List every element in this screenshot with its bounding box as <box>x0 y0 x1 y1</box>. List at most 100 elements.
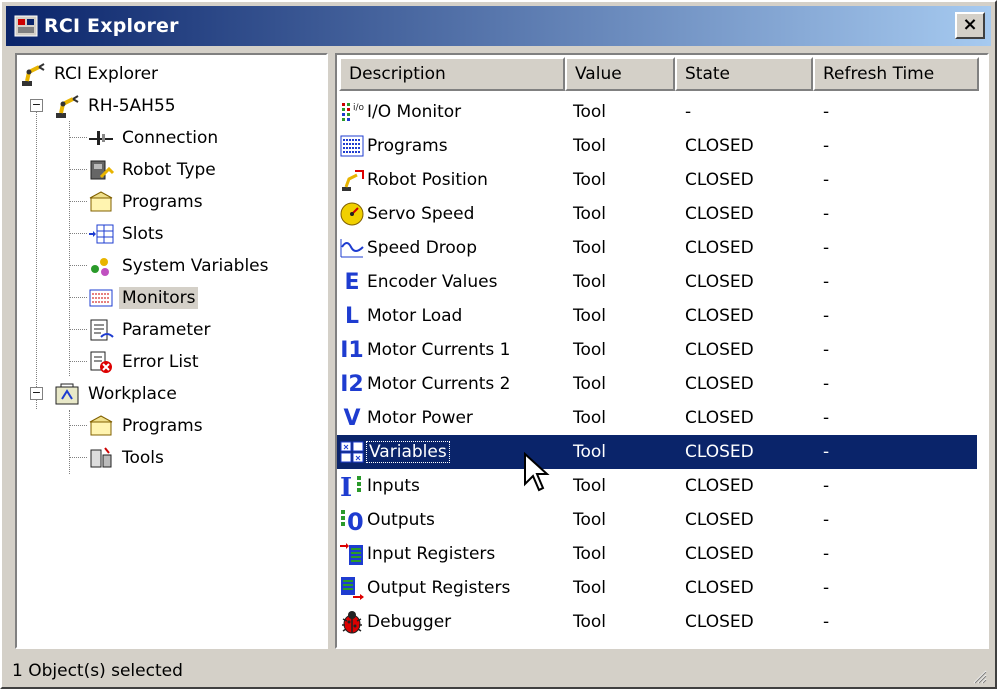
cell-refresh: - <box>823 408 830 428</box>
list-row[interactable]: Output Registers Tool CLOSED - <box>337 571 977 605</box>
description-text: Motor Load <box>367 306 463 326</box>
cell-refresh: - <box>823 340 830 360</box>
cell-value: Tool <box>573 544 607 564</box>
input-registers-icon <box>337 540 367 568</box>
description-text: Speed Droop <box>367 238 477 258</box>
tree-line <box>69 233 87 234</box>
list-row[interactable]: Programs Tool CLOSED - <box>337 129 977 163</box>
tree-item-parameter[interactable]: Parameter <box>87 315 213 345</box>
tree-label: Parameter <box>122 320 211 340</box>
status-bar: 1 Object(s) selected <box>6 654 991 687</box>
tree-item-connection[interactable]: Connection <box>87 123 221 153</box>
tree-label: Robot Type <box>122 160 216 180</box>
cell-refresh: - <box>823 204 830 224</box>
tree-label: Programs <box>122 192 203 212</box>
close-button[interactable]: × <box>955 12 985 39</box>
slots-icon <box>89 224 114 244</box>
description-text: Servo Speed <box>367 204 475 224</box>
tree-label: RCI Explorer <box>54 64 159 84</box>
list-row[interactable]: I1 Motor Currents 1 Tool CLOSED - <box>337 333 977 367</box>
cell-state: CLOSED <box>685 170 754 190</box>
list-row[interactable]: Robot Position Tool CLOSED - <box>337 163 977 197</box>
cell-state: - <box>685 102 692 122</box>
tree-item-slots[interactable]: Slots <box>87 219 166 249</box>
io-monitor-icon: i/o <box>337 98 367 126</box>
list-row[interactable]: Servo Speed Tool CLOSED - <box>337 197 977 231</box>
description-text: Output Registers <box>367 578 511 598</box>
description-text: Inputs <box>367 476 420 496</box>
tree-label: Error List <box>122 352 199 372</box>
column-header-description[interactable]: Description <box>339 57 565 91</box>
cell-state: CLOSED <box>685 238 754 258</box>
tree-item-tools[interactable]: Tools <box>87 443 167 473</box>
motor-currents-1-icon: I1 <box>340 337 364 363</box>
description-text: Motor Currents 2 <box>367 374 511 394</box>
cell-state: CLOSED <box>685 408 754 428</box>
cell-value: Tool <box>573 476 607 496</box>
tree-item-workplace-programs[interactable]: Programs <box>87 411 206 441</box>
inputs-icon: I <box>337 472 367 500</box>
error-list-icon <box>90 351 112 373</box>
folder-icon <box>89 415 113 436</box>
motor-currents-2-icon: I2 <box>340 371 364 397</box>
cell-state: CLOSED <box>685 510 754 530</box>
list-pane[interactable]: Description Value State Refresh Time i/o… <box>335 53 989 649</box>
collapse-robot-icon[interactable]: − <box>30 99 43 112</box>
cell-state: CLOSED <box>685 544 754 564</box>
tree-item-rci-explorer[interactable]: RCI Explorer <box>19 59 161 89</box>
tree-label: Tools <box>122 448 164 468</box>
title-bar[interactable]: RCI Explorer × <box>6 6 991 46</box>
cell-value: Tool <box>573 136 607 156</box>
folder-icon <box>89 191 113 212</box>
cell-description: V Motor Power <box>337 401 563 435</box>
tree-item-error-list[interactable]: Error List <box>87 347 202 377</box>
tree-item-robot[interactable]: RH-5AH55 <box>53 91 179 121</box>
list-row[interactable]: i/o I/O Monitor Tool - - <box>337 95 977 129</box>
collapse-workplace-icon[interactable]: − <box>30 387 43 400</box>
tree-label: Workplace <box>88 384 177 404</box>
cell-state: CLOSED <box>685 204 754 224</box>
list-row[interactable]: Input Registers Tool CLOSED - <box>337 537 977 571</box>
tree-item-robot-type[interactable]: Robot Type <box>87 155 219 185</box>
cell-refresh: - <box>823 612 830 632</box>
list-row[interactable]: V Motor Power Tool CLOSED - <box>337 401 977 435</box>
list-row[interactable]: Debugger Tool CLOSED - <box>337 605 977 639</box>
tree-line <box>69 425 87 426</box>
column-header-refresh-time[interactable]: Refresh Time <box>813 57 979 91</box>
list-row[interactable]: I Inputs Tool CLOSED - <box>337 469 977 503</box>
tree-label: RH-5AH55 <box>88 96 176 116</box>
list-row[interactable]: E Encoder Values Tool CLOSED - <box>337 265 977 299</box>
column-header-state[interactable]: State <box>675 57 813 91</box>
list-row[interactable]: I2 Motor Currents 2 Tool CLOSED - <box>337 367 977 401</box>
tree-pane[interactable]: − − RCI Explorer RH-5AH55 Connection Rob… <box>15 53 328 649</box>
list-row[interactable]: L Motor Load Tool CLOSED - <box>337 299 977 333</box>
outputs-icon: 0 <box>337 506 367 534</box>
tree-item-programs[interactable]: Programs <box>87 187 206 217</box>
tree-item-monitors[interactable]: Monitors <box>87 283 199 313</box>
svg-text:I: I <box>340 473 352 499</box>
cell-value: Tool <box>573 272 607 292</box>
workplace-icon <box>55 383 79 405</box>
encoder-values-icon: E <box>344 269 360 295</box>
resize-grip-icon[interactable] <box>971 668 987 684</box>
window-title: RCI Explorer <box>44 15 179 37</box>
list-row[interactable]: Variables Tool CLOSED - <box>337 435 977 469</box>
variables-icon <box>337 438 367 466</box>
tree-line <box>69 361 87 362</box>
description-text: Motor Currents 1 <box>367 340 511 360</box>
cell-value: Tool <box>573 170 607 190</box>
list-row[interactable]: 0 Outputs Tool CLOSED - <box>337 503 977 537</box>
cell-value: Tool <box>573 510 607 530</box>
description-text: Variables <box>366 441 450 463</box>
monitors-icon <box>89 289 113 307</box>
cell-refresh: - <box>823 102 830 122</box>
tree-item-workplace[interactable]: Workplace <box>53 379 180 409</box>
tree-line <box>69 201 87 202</box>
motor-power-icon: V <box>343 405 361 431</box>
tree-item-system-variables[interactable]: System Variables <box>87 251 271 281</box>
list-row[interactable]: Speed Droop Tool CLOSED - <box>337 231 977 265</box>
tree-label: Programs <box>122 416 203 436</box>
cell-refresh: - <box>823 306 830 326</box>
column-header-value[interactable]: Value <box>565 57 675 91</box>
cell-state: CLOSED <box>685 476 754 496</box>
